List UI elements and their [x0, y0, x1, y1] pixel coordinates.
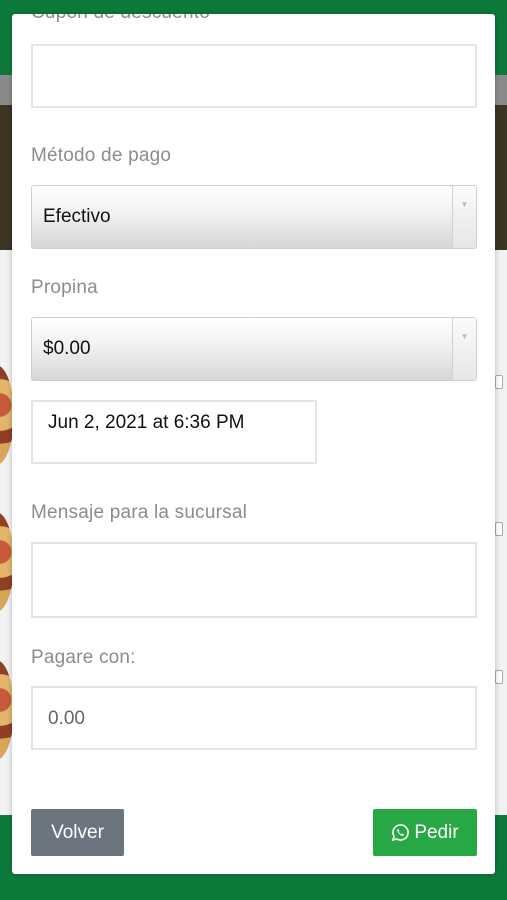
tip-value: $0.00	[43, 338, 91, 359]
order-button-label: Pedir	[414, 821, 459, 843]
delivery-datetime-field[interactable]: Jun 2, 2021 at 6:36 PM	[31, 400, 317, 464]
coupon-label: Cupón de descuento	[31, 14, 210, 24]
order-button[interactable]: Pedir	[373, 809, 477, 856]
pay-with-label: Pagare con:	[31, 647, 136, 668]
tip-label: Propina	[31, 277, 98, 298]
branch-message-input[interactable]	[31, 542, 477, 618]
product-edge-control	[495, 670, 503, 684]
payment-method-select[interactable]: Efectivo ▼	[31, 185, 477, 249]
back-button[interactable]: Volver	[31, 809, 124, 856]
payment-method-value: Efectivo	[43, 206, 111, 227]
branch-message-label: Mensaje para la sucursal	[31, 502, 248, 523]
coupon-input[interactable]	[31, 44, 477, 108]
whatsapp-icon	[391, 823, 410, 842]
chevron-down-icon[interactable]: ▼	[452, 186, 476, 248]
pay-with-input[interactable]: 0.00	[31, 686, 477, 750]
product-edge-control	[495, 522, 503, 536]
tip-select[interactable]: $0.00 ▼	[31, 317, 477, 381]
product-edge-control	[495, 375, 503, 389]
chevron-down-icon[interactable]: ▼	[452, 318, 476, 380]
order-modal: Cupón de descuento Método de pago Efecti…	[12, 14, 495, 874]
payment-method-label: Método de pago	[31, 145, 172, 166]
